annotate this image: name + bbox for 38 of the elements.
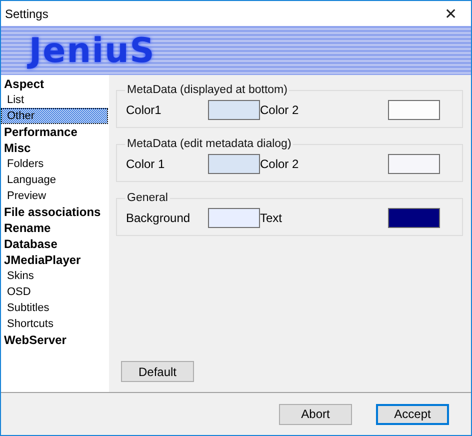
group-title: MetaData (displayed at bottom) xyxy=(126,84,288,96)
color-swatch[interactable] xyxy=(388,100,440,120)
default-button[interactable]: Default xyxy=(121,361,194,382)
dialog-button[interactable]: Abort xyxy=(279,404,352,424)
color-swatch[interactable] xyxy=(208,100,260,120)
field-label: Text xyxy=(260,211,284,225)
field-label: Background xyxy=(126,211,192,225)
sidebar-item[interactable]: Skins xyxy=(1,268,34,284)
sidebar-item[interactable]: Shortcuts xyxy=(1,316,54,332)
group-title: MetaData (edit metadata dialog) xyxy=(126,138,292,150)
color-swatch[interactable] xyxy=(388,154,440,174)
sidebar-item[interactable]: List xyxy=(1,92,24,108)
sidebar-item[interactable]: WebServer xyxy=(1,332,66,348)
sidebar-item[interactable]: Aspect xyxy=(1,76,44,92)
close-button[interactable]: ✕ xyxy=(431,1,471,26)
sidebar-item[interactable]: Database xyxy=(1,236,58,252)
sidebar-item[interactable]: Preview xyxy=(1,188,46,204)
sidebar-item[interactable]: Misc xyxy=(1,140,31,156)
sidebar-item[interactable]: Other xyxy=(1,108,108,124)
logo-text: JeniuS xyxy=(29,30,156,70)
sidebar-item[interactable]: Rename xyxy=(1,220,51,236)
sidebar-item[interactable]: Language xyxy=(1,172,56,188)
sidebar-item[interactable]: Folders xyxy=(1,156,44,172)
field-label: Color 2 xyxy=(260,103,300,117)
sidebar-item[interactable]: JMediaPlayer xyxy=(1,252,81,268)
group-title: General xyxy=(126,192,169,204)
window-title: Settings xyxy=(5,6,48,20)
field-label: Color 1 xyxy=(126,157,166,171)
field-label: Color 2 xyxy=(260,157,300,171)
sidebar-item[interactable]: File associations xyxy=(1,204,101,220)
color-swatch[interactable] xyxy=(388,208,440,228)
dialog-button[interactable]: Accept xyxy=(376,404,449,424)
sidebar-item[interactable]: Subtitles xyxy=(1,300,50,316)
color-swatch[interactable] xyxy=(208,154,260,174)
color-swatch[interactable] xyxy=(208,208,260,228)
sidebar-item[interactable]: Performance xyxy=(1,124,78,140)
sidebar-item[interactable]: OSD xyxy=(1,284,31,300)
field-label: Color1 xyxy=(126,103,162,117)
